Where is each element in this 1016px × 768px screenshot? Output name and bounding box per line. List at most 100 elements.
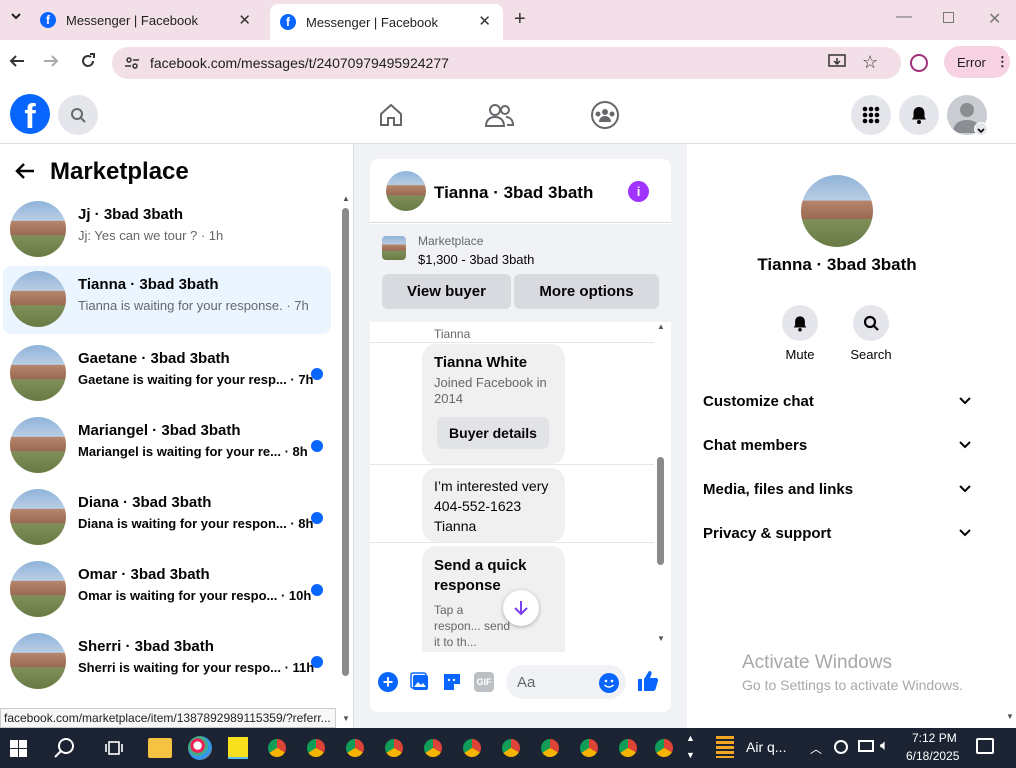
profile-icon[interactable] (910, 54, 928, 72)
chrome-icon[interactable] (652, 736, 676, 760)
conversation-item[interactable]: Mariangel · 3bad 3bath Mariangel is wait… (3, 412, 331, 478)
reload-button[interactable] (79, 52, 97, 75)
back-button[interactable] (8, 52, 26, 75)
customize-chat-row[interactable]: Customize chat (703, 379, 971, 423)
emoji-icon[interactable] (599, 673, 619, 693)
volume-icon[interactable]: 🔈︎ (880, 737, 889, 754)
network-icon[interactable] (858, 740, 874, 752)
facebook-header: f (0, 86, 1016, 144)
chrome-icon[interactable] (343, 736, 367, 760)
chat-avatar[interactable] (386, 171, 426, 211)
notifications-button[interactable] (899, 95, 939, 135)
taskbar-search-button[interactable] (54, 737, 76, 764)
conversation-item-selected[interactable]: Tianna · 3bad 3bath Tianna is waiting fo… (3, 266, 331, 334)
chrome-icon[interactable] (616, 736, 640, 760)
page-scroll-down-arrow[interactable]: ▼ (1006, 712, 1014, 721)
clock-time[interactable]: 7:12 PM (912, 731, 957, 745)
more-options-button[interactable]: More options (514, 274, 659, 309)
groups-nav-button[interactable] (590, 100, 620, 135)
scroll-down-button[interactable] (503, 590, 539, 626)
chrome-icon[interactable] (304, 736, 328, 760)
sticker-icon[interactable] (442, 672, 462, 697)
message-list[interactable]: Tianna Tianna White Joined Facebook in 2… (370, 322, 671, 652)
url-text: facebook.com/messages/t/2407097949592427… (150, 55, 449, 71)
chrome-icon[interactable] (265, 736, 289, 760)
sticky-notes-icon[interactable] (228, 737, 248, 759)
conversation-item[interactable]: Sherri · 3bad 3bath Sherri is waiting fo… (3, 628, 331, 694)
media-files-links-row[interactable]: Media, files and links (703, 467, 971, 511)
minimize-button[interactable]: — (896, 8, 912, 26)
task-view-button[interactable] (104, 738, 124, 763)
tray-camera-icon[interactable] (834, 740, 848, 754)
clock-date[interactable]: 6/18/2025 (906, 749, 959, 763)
unread-dot (311, 440, 323, 452)
message-input[interactable]: Aa (506, 665, 626, 699)
gif-icon[interactable]: GIF (474, 672, 494, 692)
conversation-name: Gaetane · 3bad 3bath (78, 350, 230, 367)
chevron-down-icon (959, 397, 971, 405)
bookmark-star-icon[interactable]: ☆ (862, 52, 878, 73)
search-button[interactable] (58, 95, 98, 135)
close-tab-icon[interactable]: ✕ (238, 11, 251, 29)
profile-avatar[interactable] (801, 175, 873, 247)
chrome-icon[interactable] (460, 736, 484, 760)
paint-app-icon[interactable] (188, 736, 212, 760)
close-tab-icon[interactable]: ✕ (478, 12, 491, 30)
like-icon[interactable] (636, 669, 660, 698)
facebook-logo[interactable]: f (10, 94, 50, 134)
info-icon[interactable]: i (628, 181, 649, 202)
error-button[interactable]: Error ⋮ (944, 46, 1010, 78)
notification-center-icon[interactable] (976, 738, 994, 754)
new-tab-button[interactable]: + (514, 8, 526, 31)
conversation-name: Omar · 3bad 3bath (78, 566, 210, 583)
tab-search-dropdown[interactable] (6, 10, 26, 30)
site-info-icon[interactable] (124, 55, 140, 74)
chrome-icon[interactable] (421, 736, 445, 760)
conversation-item[interactable]: Jj · 3bad 3bath Jj: Yes can we tour ? · … (3, 196, 331, 262)
plus-icon[interactable]: + (378, 672, 398, 692)
install-app-icon[interactable] (828, 54, 846, 75)
start-button[interactable] (10, 740, 27, 762)
home-nav-button[interactable] (378, 102, 404, 133)
friends-nav-button[interactable] (484, 102, 515, 133)
air-quality-widget[interactable]: Air q... (716, 736, 786, 758)
chat-members-row[interactable]: Chat members (703, 423, 971, 467)
mute-button[interactable]: Mute (777, 305, 823, 362)
message-bubble[interactable]: I’m interested very 404-552-1623 Tianna (422, 468, 565, 542)
conversation-item[interactable]: Diana · 3bad 3bath Diana is waiting for … (3, 484, 331, 550)
view-buyer-button[interactable]: View buyer (382, 274, 511, 309)
chrome-icon[interactable] (538, 736, 562, 760)
tab-messenger-1[interactable]: f Messenger | Facebook ✕ (30, 0, 263, 40)
address-bar[interactable]: facebook.com/messages/t/2407097949592427… (112, 47, 901, 79)
activate-windows-title: Activate Windows (742, 652, 892, 673)
close-window-button[interactable]: ✕ (988, 9, 1001, 29)
forward-button[interactable] (42, 52, 60, 75)
listing-thumbnail (10, 633, 66, 689)
listing-banner: Marketplace $1,300 - 3bad 3bath View buy… (370, 224, 671, 322)
restore-button[interactable] (943, 12, 954, 23)
privacy-support-row[interactable]: Privacy & support (703, 511, 971, 555)
search-in-chat-button[interactable]: Search (847, 305, 895, 362)
taskbar-overflow-arrows[interactable]: ▲ ▼ (686, 730, 695, 764)
tray-chevron-up-icon[interactable]: ︿ (810, 740, 822, 757)
buyer-details-button[interactable]: Buyer details (437, 417, 549, 449)
chrome-icon[interactable] (499, 736, 523, 760)
sidebar-scrollbar[interactable]: ▲ ▼ (340, 194, 350, 724)
conversation-item[interactable]: Omar · 3bad 3bath Omar is waiting for yo… (3, 556, 331, 622)
menu-dots-icon: ⋮ (995, 54, 1009, 69)
menu-button[interactable] (851, 95, 891, 135)
message-scrollbar[interactable]: ▲ ▼ (656, 322, 666, 652)
account-chevron-icon[interactable] (974, 122, 988, 136)
listing-thumbnail (10, 417, 66, 473)
conversation-preview: Gaetane is waiting for your resp... · 7h (78, 372, 314, 387)
photo-icon[interactable] (410, 672, 430, 697)
conversation-preview: Diana is waiting for your respon... · 8h (78, 516, 314, 531)
chat-title[interactable]: Tianna · 3bad 3bath (434, 183, 593, 203)
tab-messenger-2[interactable]: f Messenger | Facebook ✕ (270, 4, 503, 40)
conversation-preview: Mariangel is waiting for your re... · 8h (78, 444, 308, 459)
file-explorer-icon[interactable] (148, 738, 172, 758)
conversation-item[interactable]: Gaetane · 3bad 3bath Gaetane is waiting … (3, 340, 331, 406)
chrome-icon[interactable] (382, 736, 406, 760)
back-arrow-button[interactable] (14, 160, 36, 187)
chrome-icon[interactable] (577, 736, 601, 760)
